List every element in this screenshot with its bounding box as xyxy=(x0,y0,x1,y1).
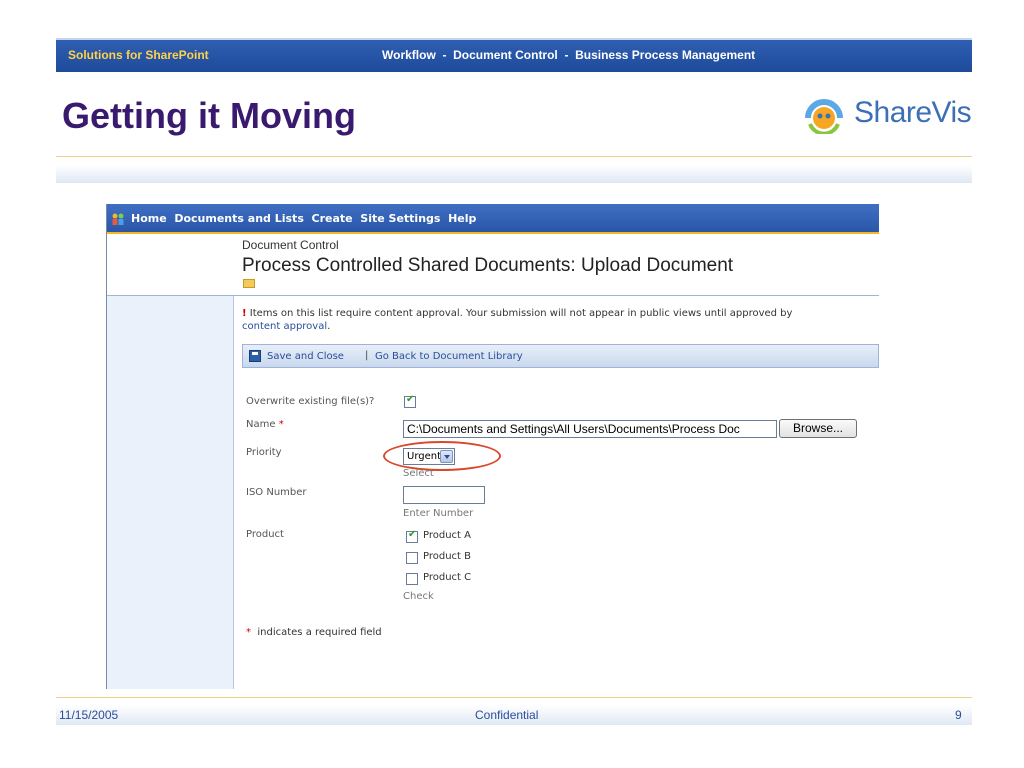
overwrite-label: Overwrite existing file(s)? xyxy=(246,396,375,407)
product-label: Product xyxy=(246,529,284,540)
footer-page-number: 9 xyxy=(955,708,962,722)
priority-hint: Select xyxy=(403,468,434,479)
slide-title: Getting it Moving xyxy=(62,95,356,136)
iso-number-hint: Enter Number xyxy=(403,508,474,519)
name-file-input[interactable]: C:\Documents and Settings\All Users\Docu… xyxy=(403,420,777,438)
footer-date: 11/15/2005 xyxy=(59,708,119,722)
product-b-label: Product B xyxy=(423,551,472,562)
sharevis-logo-icon xyxy=(805,99,843,134)
footer-divider xyxy=(56,697,972,698)
people-icon xyxy=(112,213,124,225)
browse-button[interactable]: Browse... xyxy=(779,419,857,438)
folder-icon xyxy=(243,279,255,288)
go-back-button[interactable]: Go Back to Document Library xyxy=(375,351,523,362)
product-hint: Check xyxy=(403,591,434,602)
notice-text: Items on this list require content appro… xyxy=(246,308,793,319)
sharepoint-window: Home Documents and Lists Create Site Set… xyxy=(106,204,879,689)
notice-end: . xyxy=(327,321,331,332)
sharevis-logo: ShareVis xyxy=(804,92,974,136)
iso-number-label: ISO Number xyxy=(246,487,307,498)
required-note: * indicates a required field xyxy=(246,627,382,638)
toolbar-separator: | xyxy=(365,350,369,361)
approval-notice: ! Items on this list require content app… xyxy=(242,307,882,333)
product-b-checkbox[interactable] xyxy=(406,552,418,564)
header-band xyxy=(56,165,972,183)
highlight-ellipse xyxy=(383,441,501,471)
sharepoint-nav-links[interactable]: Home Documents and Lists Create Site Set… xyxy=(131,212,476,225)
header-brand: Solutions for SharePoint xyxy=(68,48,209,62)
name-label-text: Name xyxy=(246,419,276,430)
header-nav-text: Workflow - Document Control - Business P… xyxy=(382,48,756,62)
content-approval-link[interactable]: content approval xyxy=(242,321,327,332)
priority-label: Priority xyxy=(246,447,282,458)
page-title: Process Controlled Shared Documents: Upl… xyxy=(242,255,734,276)
logo-text: ShareVis xyxy=(854,96,972,129)
product-c-checkbox[interactable] xyxy=(406,573,418,585)
product-c-label: Product C xyxy=(423,572,472,583)
required-asterisk: * xyxy=(278,419,284,430)
save-icon xyxy=(249,350,261,362)
footer-confidential: Confidential xyxy=(475,708,539,722)
left-navigation-column xyxy=(107,296,234,689)
required-note-text: indicates a required field xyxy=(257,627,382,638)
save-and-close-button[interactable]: Save and Close xyxy=(267,351,344,362)
overwrite-checkbox[interactable] xyxy=(404,394,416,408)
product-a-label: Product A xyxy=(423,530,471,541)
header-divider xyxy=(56,156,972,157)
name-label: Name * xyxy=(246,419,284,430)
iso-number-input[interactable] xyxy=(403,486,485,504)
sharepoint-top-nav: Home Documents and Lists Create Site Set… xyxy=(107,204,879,234)
slide-header-bar: Solutions for SharePoint Workflow - Docu… xyxy=(56,38,972,72)
required-note-asterisk: * xyxy=(246,627,251,638)
breadcrumb[interactable]: Document Control xyxy=(242,238,339,252)
product-a-checkbox[interactable] xyxy=(406,529,418,543)
form-toolbar: Save and Close | Go Back to Document Lib… xyxy=(242,344,879,368)
